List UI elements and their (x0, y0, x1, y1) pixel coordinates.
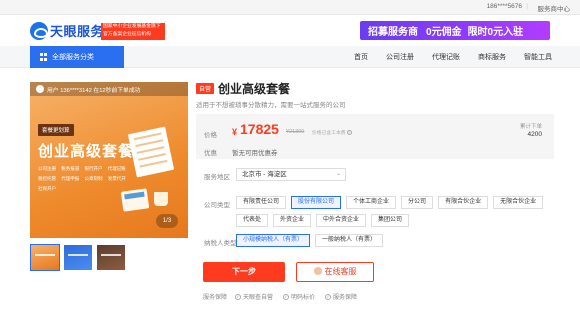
product-info: 自营 创业高级套餐 适用于不想被琐事分散精力，需要一站式服务的公司 (196, 80, 556, 109)
check-circle-icon: ✓ (283, 293, 290, 300)
logo-text: 天眼服务 (50, 24, 105, 39)
company-type-label: 公司类型 (204, 202, 230, 209)
all-categories-label: 全部服务分类 (52, 54, 94, 61)
taxpayer-label: 纳税人类型 (204, 240, 237, 247)
question-icon[interactable]: ? (346, 130, 352, 135)
gallery-tag: 套餐更划算 (38, 124, 74, 136)
order-ticker: 用户 136****3142 在12秒前下单成功 (30, 82, 188, 96)
company-type-option-selected[interactable]: 股份有限公司 (291, 196, 342, 209)
price-value: 17825 (240, 121, 279, 137)
slogan-line1: 国家中小企业发展基金旗下 (103, 24, 161, 29)
online-service-label: 在线客服 (324, 267, 357, 276)
company-type-option[interactable]: 有限合伙企业 (438, 196, 489, 209)
nav-items: 首页 公司注册 代理记账 商标服务 智能工具 (336, 46, 552, 68)
check-circle-icon: ✓ (325, 293, 332, 300)
price-note: 价格已含工本费? (312, 129, 352, 136)
product-gallery-main[interactable]: 用户 136****3142 在12秒前下单成功 套餐更划算 创业高级套餐 公司… (30, 82, 188, 238)
next-step-button[interactable]: 下一步 (203, 262, 285, 282)
price-currency: ¥ (232, 127, 238, 137)
thumbnail-1[interactable] (30, 244, 60, 271)
self-operated-badge: 自营 (196, 82, 215, 94)
check-circle-icon: ✓ (235, 293, 242, 300)
gallery-feature: 社保开户 (38, 186, 56, 191)
company-type-option[interactable]: 个体工商企业 (346, 196, 397, 209)
sales-label: 累计下单 (519, 124, 542, 130)
nav-item-bookkeeping[interactable]: 代理记账 (432, 52, 460, 62)
sales-value: 4200 (527, 131, 542, 138)
guarantee-item: ✓ 天眼查自营 (235, 292, 273, 301)
discount-label: 优惠 (204, 150, 217, 157)
nav-item-home[interactable]: 首页 (354, 52, 368, 62)
company-type-option[interactable]: 外资企业 (273, 214, 312, 227)
recruit-promo-banner[interactable]: 招募服务商 0元佣金 限时0元入驻 (360, 21, 550, 40)
logo[interactable]: 天眼服务 (30, 21, 104, 40)
document-illustration-icon (118, 122, 182, 182)
chevron-down-icon: ⌄ (335, 171, 341, 177)
gallery-feature: 公章刻制 (84, 176, 103, 181)
gallery-counter: 1/3 (156, 214, 178, 228)
region-label: 服务地区 (204, 174, 230, 181)
discount-value: 暂无可用优惠券 (232, 150, 278, 157)
taxpayer-option[interactable]: 一般纳税人（有票） (315, 234, 384, 247)
price-label: 价格 (204, 132, 217, 139)
company-type-option[interactable]: 有限责任公司 (236, 196, 287, 209)
taxpayer-option-selected[interactable]: 小规模纳税人（有票） (236, 234, 311, 247)
cup-icon (154, 192, 168, 206)
all-categories-button[interactable]: 全部服务分类 (30, 46, 124, 68)
price-note-text: 价格已含工本费 (312, 131, 346, 136)
nav-item-trademark[interactable]: 商标服务 (478, 52, 506, 62)
user-phone[interactable]: 186****5676 (487, 3, 522, 10)
gallery-feature: 银行开户 (84, 166, 103, 171)
online-service-button[interactable]: 在线客服 (296, 262, 374, 282)
taxpayer-options: 小规模纳税人（有票） 一般纳税人（有票） (236, 234, 556, 252)
top-separator: | (526, 3, 528, 10)
guarantee-item: ✓ 服务保障 (325, 292, 357, 301)
region-value: 北京市 - 海淀区 (242, 171, 287, 178)
company-type-option[interactable]: 代表处 (236, 214, 269, 227)
product-title: 创业高级套餐 (218, 81, 291, 96)
gallery-feature: 公司注册 (38, 166, 56, 171)
promo-part2: 0元佣金 (426, 27, 462, 38)
service-center-link[interactable]: 服务商中心 (538, 3, 571, 13)
promo-part1: 招募服务商 (368, 27, 418, 38)
thumbnail-2[interactable] (63, 244, 93, 271)
guarantee-text: 天眼查自营 (243, 295, 274, 301)
product-subtitle: 适用于不想被琐事分散精力，需要一站式服务的公司 (196, 102, 346, 109)
eye-logo-icon (30, 21, 48, 40)
guarantee-item: ✓ 明码标价 (283, 292, 315, 301)
order-ticker-text: 用户 136****3142 在12秒前下单成功 (47, 87, 141, 94)
guarantee-text: 明码标价 (291, 295, 316, 301)
service-guarantee: 服务保障 ✓ 天眼查自营 ✓ 明码标价 ✓ 服务保障 (203, 292, 367, 301)
grid-icon (40, 53, 48, 61)
gallery-feature: 代理申报 (61, 176, 80, 181)
company-type-option[interactable]: 无限合伙企业 (493, 196, 544, 209)
company-type-options: 有限责任公司 股份有限公司 个体工商企业 分公司 有限合伙企业 无限合伙企业 代… (236, 196, 556, 232)
main-nav: 全部服务分类 首页 公司注册 代理记账 商标服务 智能工具 (0, 46, 580, 68)
gallery-feature: 税务报道 (61, 166, 80, 171)
slogan-line2: 官方备案企业征信机构 (103, 32, 151, 37)
guarantee-text: 服务保障 (333, 295, 358, 301)
company-type-option[interactable]: 中外合资企业 (316, 214, 367, 227)
promo-part3: 限时0元入驻 (467, 27, 524, 38)
company-type-option[interactable]: 分公司 (401, 196, 434, 209)
nav-item-company-registration[interactable]: 公司注册 (386, 52, 414, 62)
price-box: 价格 ¥ 17825 ¥21390 价格已含工本费? 累计下单 4200 优惠 … (196, 114, 554, 159)
nav-item-smart-tools[interactable]: 智能工具 (524, 52, 552, 62)
original-price: ¥21390 (286, 129, 305, 135)
top-bar: 186****5676 | 服务商中心 (0, 0, 580, 15)
user-avatar-icon (36, 85, 44, 93)
region-select[interactable]: 北京市 - 海淀区 ⌄ (236, 168, 346, 181)
slogan-badge: 国家中小企业发展基金旗下 官方备案企业征信机构 (101, 23, 165, 40)
gallery-thumbnails (30, 244, 129, 271)
guarantee-label: 服务保障 (203, 295, 228, 301)
thumbnail-3[interactable] (96, 244, 126, 271)
calculator-icon (120, 188, 150, 212)
company-type-option[interactable]: 集团公司 (371, 214, 410, 227)
gallery-feature: 税控托管 (38, 176, 56, 181)
service-agent-icon (313, 267, 322, 275)
header: 天眼服务 国家中小企业发展基金旗下 官方备案企业征信机构 招募服务商 0元佣金 … (0, 15, 580, 46)
